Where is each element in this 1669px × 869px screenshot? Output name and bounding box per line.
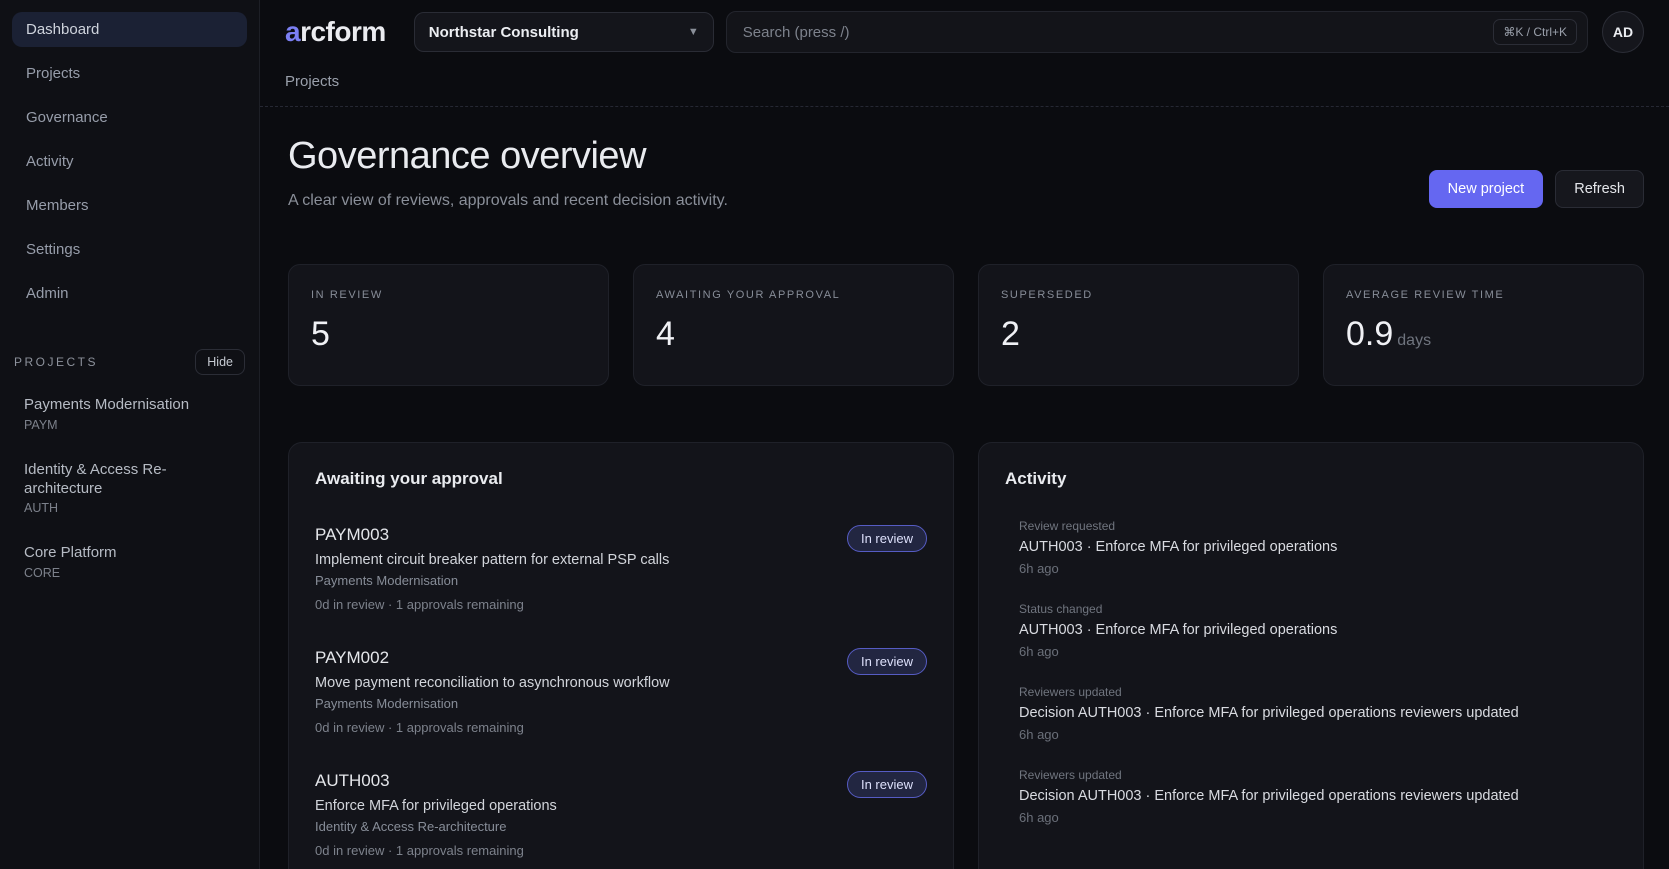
page-header: Governance overview A clear view of revi… <box>288 135 1644 210</box>
decision-meta: 0d in review · 1 approvals remaining <box>315 843 524 858</box>
status-badge: In review <box>846 771 927 798</box>
sidebar-project-auth[interactable]: Identity & Access Re-architecture AUTH <box>12 452 247 524</box>
stat-number: 4 <box>656 315 675 353</box>
decision-title: Enforce MFA for privileged operations <box>315 798 557 814</box>
decision-meta: 0d in review · 1 approvals remaining <box>315 720 524 735</box>
stat-value: 2 <box>1001 315 1276 354</box>
decision-project: Payments Modernisation <box>315 696 459 711</box>
sidebar-item-activity[interactable]: Activity <box>12 144 247 179</box>
activity-event-time: 6h ago <box>1019 810 1059 825</box>
activity-entry: Reviewers updated Decision AUTH003 · Enf… <box>1005 768 1617 825</box>
logo-rest: rcform <box>300 16 386 47</box>
approval-item-paym003[interactable]: PAYM003 Implement circuit breaker patter… <box>315 525 927 612</box>
activity-event-time: 6h ago <box>1019 727 1059 742</box>
stat-number: 0.9 <box>1346 315 1394 353</box>
page-subtitle: A clear view of reviews, approvals and r… <box>288 192 728 209</box>
approval-item-paym002[interactable]: PAYM002 Move payment reconciliation to a… <box>315 648 927 735</box>
breadcrumb: Projects <box>285 53 1644 106</box>
stat-card-average-review-time: AVERAGE REVIEW TIME 0.9 days <box>1323 264 1644 386</box>
awaiting-approval-panel: Awaiting your approval PAYM003 Implement… <box>288 442 954 869</box>
hide-projects-button[interactable]: Hide <box>195 349 245 375</box>
activity-event-time: 6h ago <box>1019 644 1059 659</box>
sidebar-item-members[interactable]: Members <box>12 188 247 223</box>
activity-event-text: AUTH003 · Enforce MFA for privileged ope… <box>1019 622 1338 638</box>
sidebar-item-settings[interactable]: Settings <box>12 232 247 267</box>
projects-section-header: PROJECTS Hide <box>12 349 247 375</box>
activity-event-type: Review requested <box>1019 519 1116 533</box>
org-selector[interactable]: Northstar Consulting ▼ <box>413 12 714 52</box>
stat-value: 5 <box>311 315 586 354</box>
topbar: arcform Northstar Consulting ▼ ⌘K / Ctrl… <box>260 0 1669 107</box>
sidebar-project-paym[interactable]: Payments Modernisation PAYM <box>12 387 247 440</box>
decision-project: Payments Modernisation <box>315 573 459 588</box>
sidebar-project-core[interactable]: Core Platform CORE <box>12 535 247 588</box>
sidebar-item-dashboard[interactable]: Dashboard <box>12 12 247 47</box>
stat-card-superseded: SUPERSEDED 2 <box>978 264 1299 386</box>
activity-event-type: Status changed <box>1019 602 1103 616</box>
activity-event-time: 6h ago <box>1019 561 1059 576</box>
stat-suffix: days <box>1397 332 1432 349</box>
decision-project: Identity & Access Re-architecture <box>315 819 507 834</box>
refresh-button[interactable]: Refresh <box>1555 170 1644 208</box>
activity-panel: Activity Review requested AUTH003 · Enfo… <box>978 442 1644 869</box>
org-selector-value: Northstar Consulting <box>428 23 579 41</box>
project-name: Core Platform <box>24 544 117 562</box>
status-badge: In review <box>846 648 927 675</box>
arcform-logo: arcform <box>285 16 386 48</box>
status-badge: In review <box>846 525 927 552</box>
page-content: Governance overview A clear view of revi… <box>260 107 1669 869</box>
stat-value: 0.9 days <box>1346 315 1621 354</box>
new-project-button[interactable]: New project <box>1428 170 1544 208</box>
projects-section-label: PROJECTS <box>14 355 99 369</box>
page-title: Governance overview <box>288 135 647 177</box>
stats-row: IN REVIEW 5 AWAITING YOUR APPROVAL 4 SUP… <box>288 264 1644 386</box>
decision-title: Implement circuit breaker pattern for ex… <box>315 552 670 568</box>
project-code: PAYM <box>24 417 58 432</box>
project-code: CORE <box>24 566 61 580</box>
stat-number: 5 <box>311 315 330 353</box>
decision-title: Move payment reconciliation to asynchron… <box>315 675 670 691</box>
decision-id: AUTH003 <box>315 771 390 790</box>
avatar[interactable]: AD <box>1602 11 1644 53</box>
decision-id: PAYM003 <box>315 525 390 544</box>
activity-event-text: AUTH003 · Enforce MFA for privileged ope… <box>1019 539 1338 555</box>
stat-label: AVERAGE REVIEW TIME <box>1346 289 1505 301</box>
project-name: Identity & Access Re-architecture <box>24 460 167 497</box>
activity-event-type: Reviewers updated <box>1019 685 1122 699</box>
decision-meta: 0d in review · 1 approvals remaining <box>315 597 524 612</box>
project-name: Payments Modernisation <box>24 396 190 413</box>
activity-title: Activity <box>1005 469 1067 488</box>
chevron-down-icon: ▼ <box>687 26 699 38</box>
stat-label: IN REVIEW <box>311 289 383 301</box>
stat-value: 4 <box>656 315 931 354</box>
stat-label: AWAITING YOUR APPROVAL <box>656 289 841 301</box>
awaiting-approval-title: Awaiting your approval <box>315 469 503 488</box>
stat-card-awaiting-approval: AWAITING YOUR APPROVAL 4 <box>633 264 954 386</box>
decision-id: PAYM002 <box>315 648 390 667</box>
project-code: AUTH <box>24 501 59 516</box>
stat-card-in-review: IN REVIEW 5 <box>288 264 609 386</box>
sidebar: Dashboard Projects Governance Activity M… <box>0 0 260 869</box>
activity-event-text: Decision AUTH003 · Enforce MFA for privi… <box>1019 705 1519 721</box>
search-input[interactable] <box>742 23 1494 41</box>
activity-entry: Reviewers updated Decision AUTH003 · Enf… <box>1005 685 1617 742</box>
breadcrumb-projects[interactable]: Projects <box>285 73 339 90</box>
stat-label: SUPERSEDED <box>1001 289 1093 301</box>
approval-item-auth003[interactable]: AUTH003 Enforce MFA for privileged opera… <box>315 771 927 858</box>
sidebar-item-projects[interactable]: Projects <box>12 56 247 91</box>
activity-event-text: Decision AUTH003 · Enforce MFA for privi… <box>1019 788 1519 804</box>
panels-row: Awaiting your approval PAYM003 Implement… <box>288 442 1644 869</box>
stat-number: 2 <box>1001 315 1020 353</box>
search-bar: ⌘K / Ctrl+K <box>725 11 1588 53</box>
main-column: arcform Northstar Consulting ▼ ⌘K / Ctrl… <box>260 0 1669 869</box>
logo-accent-letter: a <box>285 16 301 47</box>
sidebar-item-governance[interactable]: Governance <box>12 100 247 135</box>
search-shortcut-hint: ⌘K / Ctrl+K <box>1493 19 1577 45</box>
activity-entry: Review requested AUTH003 · Enforce MFA f… <box>1005 519 1617 576</box>
activity-entry: Status changed AUTH003 · Enforce MFA for… <box>1005 602 1617 659</box>
sidebar-item-admin[interactable]: Admin <box>12 276 247 311</box>
activity-event-type: Reviewers updated <box>1019 768 1122 782</box>
